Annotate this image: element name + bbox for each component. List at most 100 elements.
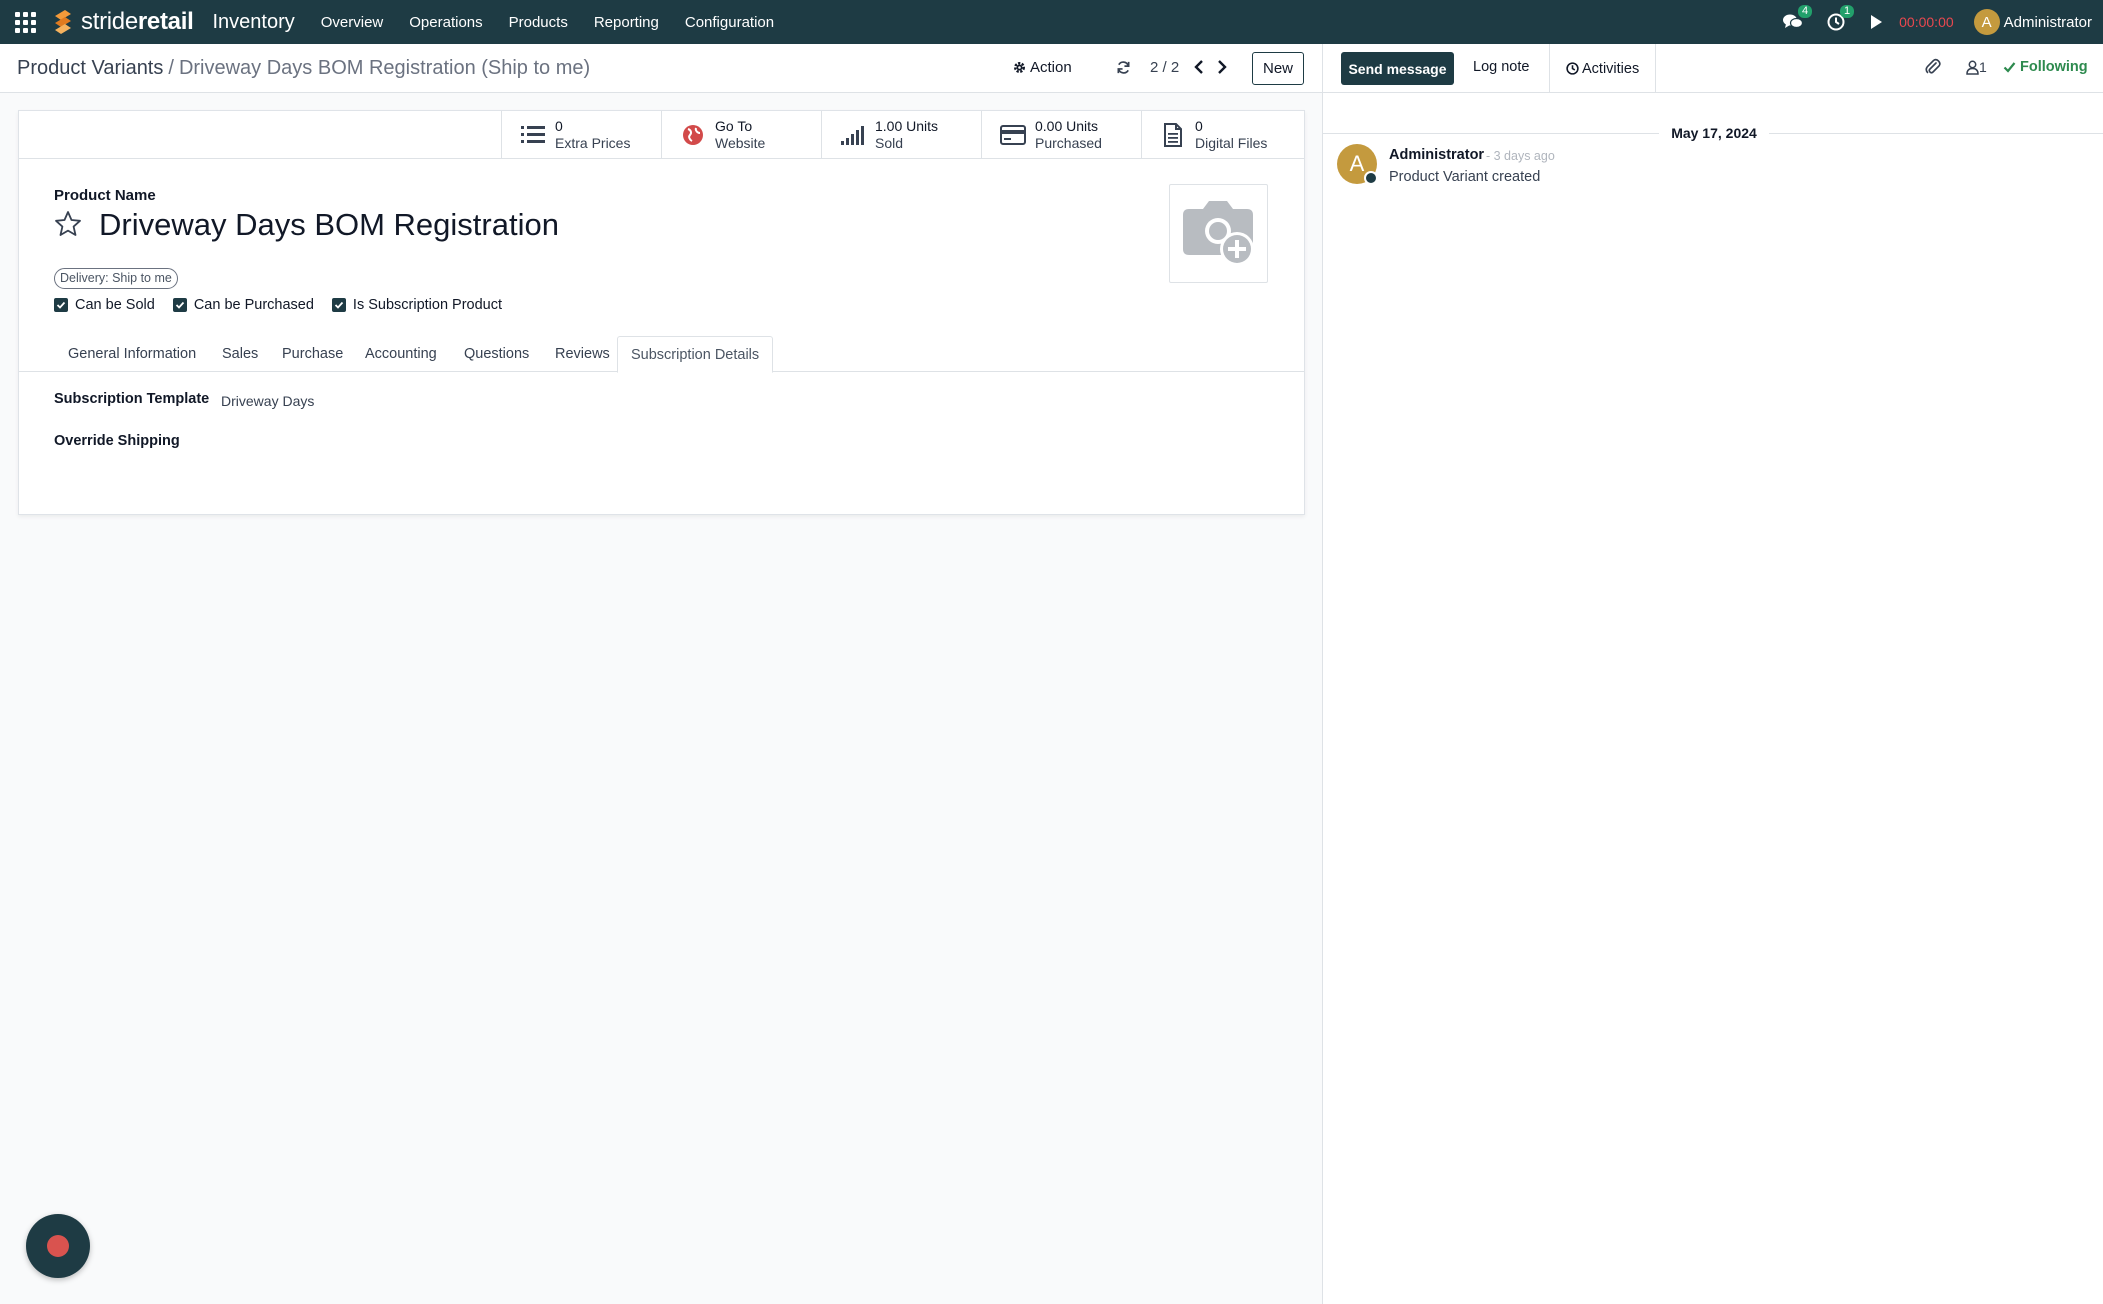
timer-display: 00:00:00 bbox=[1899, 14, 1954, 30]
can-be-sold-label: Can be Sold bbox=[75, 297, 155, 313]
clock-icon bbox=[1566, 62, 1579, 75]
send-message-button[interactable]: Send message bbox=[1341, 52, 1454, 85]
units-sold-label: Sold bbox=[875, 134, 904, 151]
date-separator: May 17, 2024 bbox=[1323, 124, 2103, 144]
action-menu-button[interactable]: Action bbox=[1013, 59, 1072, 76]
breadcrumb-parent-link[interactable]: Product Variants bbox=[17, 57, 163, 79]
can-be-purchased-label: Can be Purchased bbox=[193, 297, 314, 313]
activities-count-badge: 1 bbox=[1840, 5, 1855, 18]
navbar-systray: 4 1 00:00:00 A Administrator bbox=[1783, 0, 2103, 44]
checkbox-checked-icon bbox=[172, 298, 187, 312]
user-menu[interactable]: A Administrator bbox=[1973, 9, 2092, 35]
product-name-label: Product Name bbox=[54, 187, 156, 204]
menu-operations[interactable]: Operations bbox=[396, 14, 495, 31]
user-name: Administrator bbox=[2003, 13, 2092, 31]
log-note-button[interactable]: Log note bbox=[1473, 59, 1529, 75]
presence-indicator bbox=[1364, 171, 1378, 185]
gear-icon bbox=[1014, 62, 1025, 73]
following-button[interactable]: Following bbox=[2003, 59, 2088, 75]
form-tabs: General Information Sales Purchase Accou… bbox=[19, 336, 1304, 373]
checkbox-checked-icon bbox=[331, 298, 346, 312]
record-button[interactable] bbox=[26, 1214, 90, 1278]
can-be-purchased-checkbox[interactable]: Can be Purchased bbox=[172, 297, 314, 313]
brand-logo[interactable]: strideretail bbox=[51, 7, 194, 37]
tab-reviews[interactable]: Reviews bbox=[542, 336, 623, 372]
pager-previous-button[interactable] bbox=[1193, 59, 1205, 75]
extra-prices-value: 0 bbox=[555, 117, 563, 134]
list-icon bbox=[519, 125, 547, 145]
followers-button[interactable]: 1 bbox=[1966, 59, 1987, 75]
delivery-tag[interactable]: Delivery: Ship to me bbox=[54, 268, 178, 289]
product-image-upload[interactable] bbox=[1169, 184, 1268, 283]
activities-button[interactable]: 1 bbox=[1827, 5, 1855, 31]
brand-mark-icon bbox=[55, 10, 71, 34]
website-value: Go To bbox=[715, 117, 753, 134]
messages-button[interactable]: 4 bbox=[1783, 5, 1813, 31]
messages-count-badge: 4 bbox=[1798, 5, 1813, 18]
file-icon bbox=[1159, 122, 1187, 147]
tab-general-information[interactable]: General Information bbox=[55, 336, 209, 372]
globe-icon bbox=[679, 124, 707, 146]
product-name-input[interactable]: Driveway Days BOM Registration bbox=[99, 207, 559, 243]
checkbox-checked-icon bbox=[54, 298, 68, 312]
chatter-message: A Administrator - 3 days ago Product Var… bbox=[1337, 144, 2077, 204]
message-time: - 3 days ago bbox=[1486, 149, 1555, 163]
tab-accounting[interactable]: Accounting bbox=[352, 336, 450, 372]
camera-add-icon bbox=[1182, 200, 1254, 266]
attachments-button[interactable] bbox=[1925, 58, 1941, 76]
units-purchased-button[interactable]: 0.00 Units Purchased bbox=[981, 111, 1141, 158]
message-author[interactable]: Administrator bbox=[1389, 147, 1484, 163]
digital-files-button[interactable]: 0 Digital Files bbox=[1141, 111, 1304, 158]
signal-icon bbox=[839, 125, 867, 145]
user-avatar: A bbox=[1973, 9, 2000, 35]
app-menu-grid-icon[interactable] bbox=[13, 10, 37, 34]
menu-reporting[interactable]: Reporting bbox=[581, 14, 672, 31]
is-subscription-product-label: Is Subscription Product bbox=[352, 297, 503, 313]
message-body: Product Variant created bbox=[1389, 169, 1541, 185]
refresh-icon[interactable] bbox=[1116, 60, 1131, 75]
date-label: May 17, 2024 bbox=[1671, 125, 1757, 141]
timer-play-button[interactable] bbox=[1869, 14, 1883, 30]
units-purchased-label: Purchased bbox=[1035, 134, 1102, 151]
menu-overview[interactable]: Overview bbox=[308, 14, 397, 31]
user-icon bbox=[1966, 60, 1979, 75]
product-flags: Can be Sold Can be Purchased Is Subscrip… bbox=[54, 297, 520, 313]
following-label: Following bbox=[2020, 59, 2088, 75]
smart-button-box: 0 Extra Prices Go To Website 1.00 Units … bbox=[19, 111, 1304, 159]
top-navbar: strideretail Inventory Overview Operatio… bbox=[0, 0, 2103, 44]
go-to-website-button[interactable]: Go To Website bbox=[661, 111, 821, 158]
top-menu: Overview Operations Products Reporting C… bbox=[308, 14, 787, 31]
new-record-button[interactable]: New bbox=[1252, 52, 1304, 85]
digital-files-label: Digital Files bbox=[1195, 134, 1268, 151]
subscription-template-field[interactable]: Driveway Days bbox=[221, 393, 314, 409]
units-purchased-value: 0.00 Units bbox=[1035, 117, 1099, 134]
units-sold-value: 1.00 Units bbox=[875, 117, 939, 134]
units-sold-button[interactable]: 1.00 Units Sold bbox=[821, 111, 981, 158]
chevron-right-icon bbox=[1218, 60, 1227, 74]
action-label: Action bbox=[1030, 59, 1072, 76]
is-subscription-product-checkbox[interactable]: Is Subscription Product bbox=[331, 297, 503, 313]
tab-questions[interactable]: Questions bbox=[451, 336, 542, 372]
breadcrumb-separator: / bbox=[168, 57, 174, 79]
pager-next-button[interactable] bbox=[1216, 59, 1228, 75]
breadcrumb: Product Variants / Driveway Days BOM Regis… bbox=[17, 57, 590, 80]
credit-card-icon bbox=[999, 124, 1027, 145]
tab-subscription-details[interactable]: Subscription Details bbox=[617, 336, 774, 373]
can-be-sold-checkbox[interactable]: Can be Sold bbox=[54, 297, 155, 313]
form-sheet: 0 Extra Prices Go To Website 1.00 Units … bbox=[18, 110, 1305, 515]
override-shipping-label: Override Shipping bbox=[54, 433, 180, 449]
check-icon bbox=[2003, 62, 2016, 73]
extra-prices-button[interactable]: 0 Extra Prices bbox=[501, 111, 661, 158]
chatter-topbar: Send message Log note Activities 1 Follo… bbox=[1323, 44, 2103, 93]
play-icon bbox=[1871, 15, 1883, 29]
paperclip-icon bbox=[1925, 58, 1941, 74]
favorite-star-icon[interactable] bbox=[54, 210, 82, 237]
schedule-activity-button[interactable]: Activities bbox=[1549, 44, 1657, 93]
menu-configuration[interactable]: Configuration bbox=[672, 14, 787, 31]
digital-files-value: 0 bbox=[1195, 117, 1203, 134]
menu-products[interactable]: Products bbox=[496, 14, 581, 31]
tab-purchase[interactable]: Purchase bbox=[269, 336, 356, 372]
website-label: Website bbox=[715, 134, 766, 151]
pager-value[interactable]: 2 / 2 bbox=[1150, 59, 1179, 76]
tab-sales[interactable]: Sales bbox=[209, 336, 271, 372]
